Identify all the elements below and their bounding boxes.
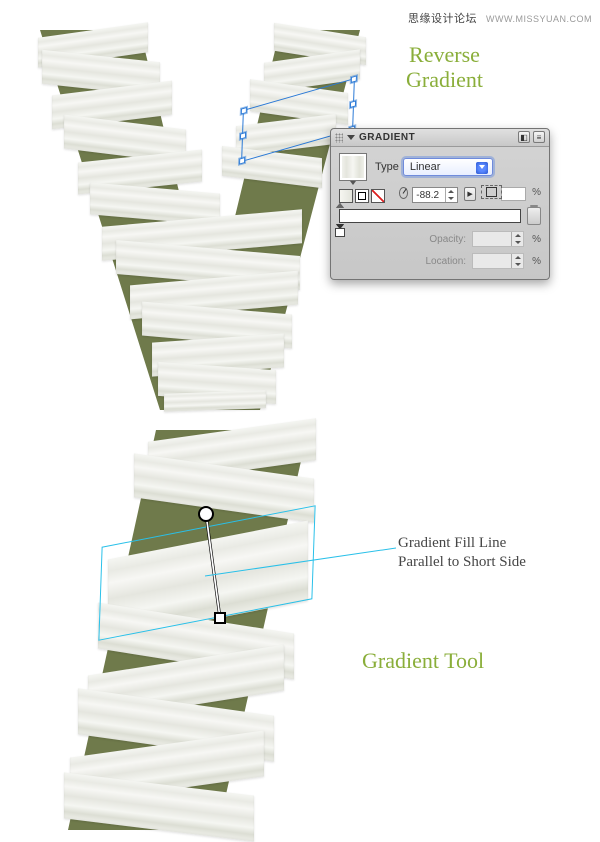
angle-icon: [399, 187, 408, 199]
location-field[interactable]: [472, 253, 524, 269]
percent-symbol: %: [532, 256, 541, 267]
callout-line1: Gradient Fill Line: [398, 534, 526, 553]
reverse-gradient-label: Reverse Gradient: [406, 42, 483, 92]
angle-step-down[interactable]: [446, 195, 457, 202]
type-label: Type: [375, 161, 399, 173]
watermark-url: WWW.MISSYUAN.COM: [486, 14, 592, 24]
watermark-cn: 思缘设计论坛: [408, 13, 477, 25]
callout-text: Gradient Fill Line Parallel to Short Sid…: [398, 534, 526, 572]
aspect-field[interactable]: [501, 187, 526, 201]
v-letter-art: [20, 20, 360, 420]
bottom-illustration: [68, 430, 328, 810]
opacity-step-up[interactable]: [512, 232, 523, 239]
callout-line2: Parallel to Short Side: [398, 553, 526, 572]
percent-symbol: %: [532, 187, 541, 198]
gradient-preview-swatch[interactable]: [339, 153, 367, 181]
panel-title-text: GRADIENT: [359, 132, 415, 143]
reverse-gradient-line1: Reverse: [406, 42, 483, 67]
reverse-gradient-button[interactable]: [464, 187, 476, 201]
location-step-down[interactable]: [512, 261, 523, 268]
gradient-ramp[interactable]: [339, 209, 521, 223]
collapse-icon[interactable]: [347, 135, 355, 140]
stroke-swatch[interactable]: [355, 189, 369, 203]
none-swatch[interactable]: [371, 189, 385, 203]
dropdown-caret-icon: [476, 162, 488, 174]
gradient-midpoint[interactable]: [335, 203, 345, 211]
fill-stroke-toggles: [339, 189, 385, 203]
angle-step-up[interactable]: [446, 188, 457, 195]
type-select-value: Linear: [410, 161, 441, 173]
gradient-panel: GRADIENT ◧ ≡ Type Linear -88.2: [330, 128, 550, 280]
panel-dock-button[interactable]: ◧: [518, 131, 530, 143]
gradient-tool-label: Gradient Tool: [362, 648, 484, 674]
panel-titlebar[interactable]: GRADIENT ◧ ≡: [331, 129, 549, 147]
type-select[interactable]: Linear: [403, 158, 493, 176]
opacity-step-down[interactable]: [512, 239, 523, 246]
panel-grip-icon[interactable]: [335, 133, 343, 143]
location-step-up[interactable]: [512, 254, 523, 261]
aspect-ratio-icon: [486, 187, 497, 197]
opacity-label: Opacity:: [414, 234, 466, 245]
gradient-color-stop[interactable]: [335, 224, 345, 232]
panel-menu-button[interactable]: ≡: [533, 131, 545, 143]
opacity-field[interactable]: [472, 231, 524, 247]
trash-icon[interactable]: [527, 207, 541, 225]
percent-symbol: %: [532, 234, 541, 245]
fill-swatch[interactable]: [339, 189, 353, 203]
location-label: Location:: [414, 256, 466, 267]
angle-field[interactable]: -88.2: [412, 187, 458, 203]
watermark: 思缘设计论坛 WWW.MISSYUAN.COM: [408, 10, 592, 26]
reverse-gradient-line2: Gradient: [406, 67, 483, 92]
angle-value: -88.2: [416, 190, 439, 201]
